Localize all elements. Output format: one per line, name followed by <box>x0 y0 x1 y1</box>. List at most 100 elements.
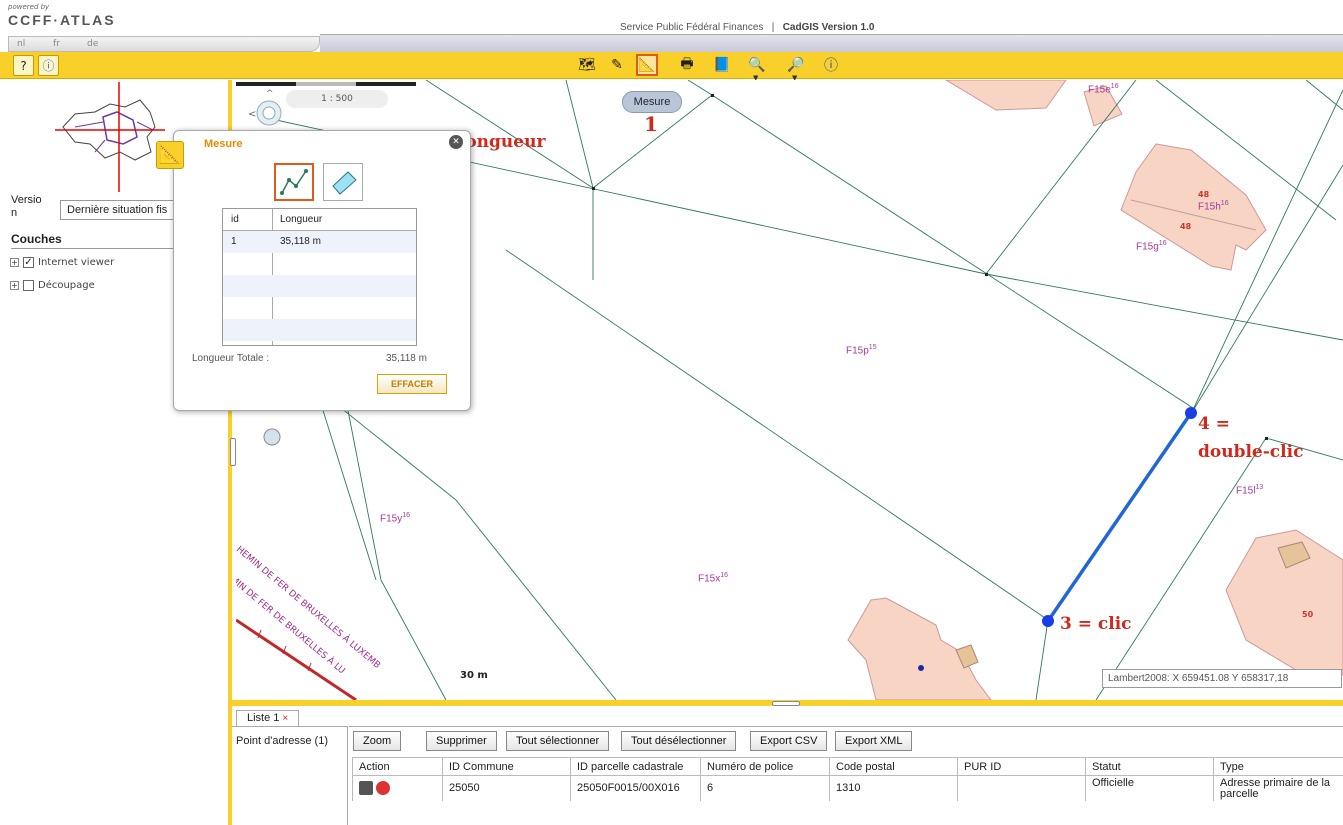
measure-tooltip: Mesure <box>622 91 682 113</box>
svg-text:>: > <box>285 109 286 120</box>
expand-icon[interactable]: + <box>10 280 19 290</box>
tab-label: Liste 1 <box>247 712 280 724</box>
cell-code-postal: 1310 <box>829 776 957 801</box>
annotation-step-3: 3 = clic <box>1060 614 1132 634</box>
close-icon[interactable]: ✕ <box>449 135 463 149</box>
building-number: 48 <box>1198 190 1210 199</box>
measure-row-id: 1 <box>223 231 272 253</box>
measure-row-length: 35,118 m <box>273 231 416 253</box>
column-header: Statut <box>1085 757 1213 776</box>
svg-text:^: ^ <box>266 89 274 99</box>
result-table-area: Zoom Supprimer Tout sélectionner Tout dé… <box>349 726 1343 825</box>
cell-id-commune: 25050 <box>442 776 570 801</box>
delete-button[interactable]: Supprimer <box>426 731 497 751</box>
parcel-label: F15y16 <box>380 512 411 525</box>
overview-map[interactable] <box>55 82 185 197</box>
parcel-label: F15e16 <box>1088 83 1119 96</box>
info-tool[interactable]: ⓘ <box>820 54 842 76</box>
column-header: Action <box>352 757 442 776</box>
result-category-item[interactable]: Point d'adresse (1) <box>236 735 343 747</box>
zoom-icon: 🔎 <box>787 57 805 73</box>
layer-label: Internet viewer <box>38 256 115 268</box>
building-number: 48 <box>1180 222 1192 231</box>
select-all-button[interactable]: Tout sélectionner <box>506 731 610 751</box>
cell-type: Adresse primaire de la parcelle <box>1213 776 1343 801</box>
column-header-length: Longueur <box>272 209 416 231</box>
service-name: Service Public Fédéral Finances <box>620 22 764 33</box>
clear-button[interactable]: EFFACER <box>377 374 447 394</box>
layer-checkbox[interactable]: ✓ <box>23 256 34 268</box>
column-header: Numéro de police <box>700 757 829 776</box>
column-header: Code postal <box>829 757 957 776</box>
measure-popup-title: Mesure <box>204 138 243 150</box>
coordinate-readout: Lambert2008: X 659451.08 Y 658317,18 <box>1102 669 1342 688</box>
column-header: PUR ID <box>957 757 1085 776</box>
measure-table: id Longueur 1 35,118 m <box>222 208 417 346</box>
row-actions <box>352 776 442 801</box>
bottom-panel-splitter[interactable] <box>772 701 800 706</box>
header-separator: | <box>771 22 775 33</box>
search-tool[interactable]: 🔍 ▼ <box>746 54 768 82</box>
measure-area-button[interactable] <box>323 163 363 201</box>
info-button[interactable]: ⓘ <box>38 55 59 76</box>
zoom-button[interactable]: Zoom <box>353 731 402 751</box>
svg-text:<: < <box>248 109 256 120</box>
info-i-icon: ⓘ <box>42 59 55 73</box>
annotation-step-4-detail: double-clic <box>1198 442 1304 462</box>
identify-icon: 🗺 <box>578 57 596 73</box>
column-header: Type <box>1213 757 1343 776</box>
zoom-readout: 1 : 500 <box>286 90 388 108</box>
main-toolbar: ? ⓘ 🗺 ✎ 📐 🖶 📘 🔍 ▼ 🔎 ▼ ⓘ <box>0 52 1343 82</box>
measure-length-button[interactable] <box>274 163 314 201</box>
column-header: ID parcelle cadastrale <box>570 757 700 776</box>
print-tool[interactable]: 🖶 <box>676 54 698 76</box>
help-button[interactable]: ? <box>13 55 34 76</box>
layer-decoupage: + Découpage <box>10 277 95 293</box>
parcel-label: F15l13 <box>1236 484 1264 497</box>
binoculars-icon[interactable] <box>359 781 373 796</box>
pan-control[interactable]: ^ < > <box>236 86 286 136</box>
brand-logo: CCFF·ATLAS <box>8 12 116 28</box>
service-title: Service Public Fédéral Finances | CadGIS… <box>620 22 874 33</box>
scale-label: 30 m <box>460 670 488 681</box>
tab-liste-1[interactable]: Liste 1 × <box>236 710 300 726</box>
total-length-label: Longueur Totale : <box>192 353 270 364</box>
parcel-label: F15h16 <box>1198 200 1229 213</box>
header-band <box>320 34 1343 52</box>
identify-tool[interactable]: 🗺 <box>576 54 598 76</box>
export-xml-button[interactable]: Export XML <box>835 731 913 751</box>
export-csv-button[interactable]: Export CSV <box>750 731 828 751</box>
measure-tool[interactable]: 📐 <box>636 54 658 76</box>
lang-de[interactable]: de <box>87 39 98 49</box>
layer-label: Découpage <box>38 279 95 291</box>
layers-tool[interactable]: 📘 <box>711 54 733 76</box>
layer-checkbox[interactable] <box>23 279 34 291</box>
deselect-all-button[interactable]: Tout désélectionner <box>621 731 737 751</box>
version-label: Versio n <box>11 194 42 219</box>
lang-fr[interactable]: fr <box>53 39 60 49</box>
globe-icon[interactable] <box>260 425 284 449</box>
app-name: CadGIS <box>782 22 819 33</box>
expand-icon[interactable]: + <box>10 257 19 267</box>
help-icon: ? <box>20 58 27 73</box>
polyline-icon <box>280 169 308 195</box>
delete-icon[interactable] <box>376 781 390 796</box>
zoom-tool[interactable]: 🔎 ▼ <box>785 54 807 82</box>
polygon-icon <box>332 171 357 195</box>
close-tab-icon[interactable]: × <box>282 713 288 724</box>
measure-popup: 📐 Mesure ✕ id Longueur 1 35,118 m Longue… <box>156 130 471 411</box>
column-header-id: id <box>223 209 272 231</box>
print-icon: 🖶 <box>680 56 694 72</box>
results-panel: Liste 1 × Point d'adresse (1) Zoom Suppri… <box>232 700 1343 825</box>
edit-icon: ✎ <box>611 57 623 73</box>
parcel-label: F15g16 <box>1136 240 1167 253</box>
powered-by-text: powered by <box>8 3 50 11</box>
column-header: ID Commune <box>442 757 570 776</box>
info-icon: ⓘ <box>824 58 838 74</box>
cell-pur-id <box>957 776 1085 801</box>
annotation-step-4: 4 = <box>1198 414 1230 434</box>
layer-internet-viewer: + ✓ Internet viewer <box>10 254 114 270</box>
lang-nl[interactable]: nl <box>17 39 25 49</box>
edit-tool[interactable]: ✎ <box>606 54 628 76</box>
scale-bar <box>236 82 416 86</box>
